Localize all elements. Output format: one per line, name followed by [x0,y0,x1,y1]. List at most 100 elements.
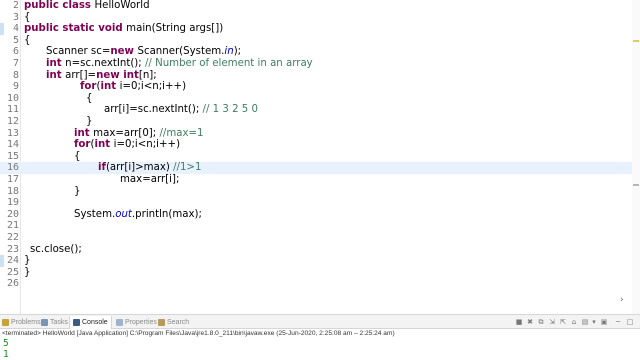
keyword-token: public [24,0,63,11]
tab-search[interactable]: Search [158,316,189,329]
code-token: { [86,92,93,104]
code-line[interactable]: 11 arr[i]=sc.nextInt(); // 1 3 2 5 0 [0,104,640,116]
keyword-token: int [46,69,66,81]
code-token: { [74,150,81,162]
code-text: public static void main(String args[]) [24,23,223,35]
code-text: for(int i=0;i<n;i++) [80,81,186,93]
code-text: sc.close(); [30,244,82,256]
line-number: 21 [6,220,19,232]
dropdown-chevron-icon[interactable]: ▾ [590,318,598,326]
tab-properties-label: Properties [125,319,157,326]
code-token: sc.close(); [30,243,82,255]
code-line[interactable]: 17 max=arr[i]; [0,174,640,186]
keyword-token: public [24,23,63,35]
code-token: main(String args[]) [126,23,224,35]
terminate-icon[interactable]: ■ [515,318,523,326]
tab-properties[interactable]: Properties [116,316,157,329]
properties-icon [116,319,123,326]
code-text: if(arr[i]>max) //1>1 [98,162,201,174]
line-number: 25 [6,266,19,278]
minimize-icon[interactable]: ─ [614,318,622,326]
code-line[interactable]: 6 Scanner sc=new Scanner(System.in); [0,46,640,58]
code-line[interactable]: 25} [0,267,640,279]
pin-console-icon[interactable]: ⌂ [570,318,578,326]
code-line[interactable]: 8 int arr[]=new int[n]; [0,70,640,82]
display-console-icon[interactable]: ▤ [581,318,589,326]
keyword-token: int [123,69,139,81]
line-number: 24 [6,255,19,267]
code-line[interactable]: 13 int max=arr[0]; //max=1 [0,128,640,140]
line-number: 17 [6,174,19,185]
line-number: 6 [12,46,19,58]
tab-problems[interactable]: Problems [2,316,41,329]
code-text: { [24,35,30,47]
bottom-panel-tabbar: Problems Tasks Console Properties Search… [0,314,640,329]
code-line[interactable]: 5{ [0,35,640,47]
code-line[interactable]: 15 { [0,151,640,163]
code-line[interactable]: 19 [0,197,640,209]
scroll-lock-icon[interactable]: ⇲ [548,318,556,326]
code-line[interactable]: 23 sc.close(); [0,244,640,256]
code-text: { [24,12,30,24]
keyword-token: int [74,127,94,139]
tasks-icon [41,319,48,326]
occurrence-marker[interactable] [633,184,639,186]
line-number: 2 [12,0,19,11]
code-token: { [24,34,31,46]
code-token: HelloWorld [94,0,150,11]
console-output[interactable]: 5 1 [0,338,640,360]
code-line[interactable]: 2 public class HelloWorld [0,0,640,12]
code-line[interactable]: 4 public static void main(String args[]) [0,23,640,35]
code-token: i=0;i<n;i++) [113,139,181,151]
console-output-line: 1 [3,348,9,360]
tab-search-label: Search [167,319,190,326]
code-token: (arr[i]>max) [105,162,174,174]
code-line[interactable]: 20 System.out.println(max); [0,209,640,221]
code-line[interactable]: 14 for(int i=0;i<n;i++) [0,139,640,151]
code-editor[interactable]: 2 public class HelloWorld 3{4 public static… [0,0,640,314]
open-console-icon[interactable]: ▣ [600,318,608,326]
code-token: } [24,266,31,278]
code-token: ); [233,46,242,58]
keyword-token: void [98,23,127,35]
search-icon [158,319,165,326]
code-token: { [24,11,31,23]
line-number: 15 [6,150,19,162]
code-line[interactable]: 22 [0,232,640,244]
code-line[interactable]: 16 if(arr[i]>max) //1>1 [0,162,640,174]
warning-marker[interactable] [633,40,639,42]
code-text: { [86,93,92,105]
code-line[interactable]: 12} [0,116,640,128]
keyword-token: int [94,139,114,151]
keyword-token: int [100,81,120,93]
word-wrap-icon[interactable]: ⇱ [559,318,567,326]
remove-all-icon[interactable]: ⧉ [537,318,545,326]
code-text: } [24,267,30,279]
line-number: 9 [12,81,19,93]
code-text: for(int i=0;i<n;i++) [74,139,180,151]
line-number: 23 [6,243,19,255]
code-text: } [24,255,30,267]
code-line[interactable]: 10 { [0,93,640,105]
line-number: 3 [12,11,19,23]
overview-ruler[interactable] [632,0,640,314]
tab-tasks[interactable]: Tasks [41,316,68,329]
tab-console[interactable]: Console [69,316,112,329]
code-line[interactable]: 7 int n=sc.nextInt(); // Number of elemen… [0,58,640,70]
line-number: 12 [6,116,19,127]
code-line[interactable]: 9 for(int i=0;i<n;i++) [0,81,640,93]
code-line[interactable]: 26 [0,278,640,290]
code-line[interactable]: 18} [0,186,640,198]
console-status: <terminated> HelloWorld [Java Applicatio… [2,330,395,337]
code-line[interactable]: 21 [0,220,640,232]
code-line[interactable]: 3{ [0,12,640,24]
code-token: Scanner sc= [46,46,111,58]
comment-token: // Number of element in an array [144,58,313,69]
maximize-icon[interactable]: □ [626,318,634,326]
scroll-right-arrow-icon[interactable]: › [620,295,630,305]
code-text: int max=arr[0]; //max=1 [74,128,204,140]
code-line[interactable]: 24} [0,255,640,267]
code-token: System. [74,208,116,220]
code-text: } [86,116,92,128]
remove-launch-icon[interactable]: ✖ [526,318,534,326]
